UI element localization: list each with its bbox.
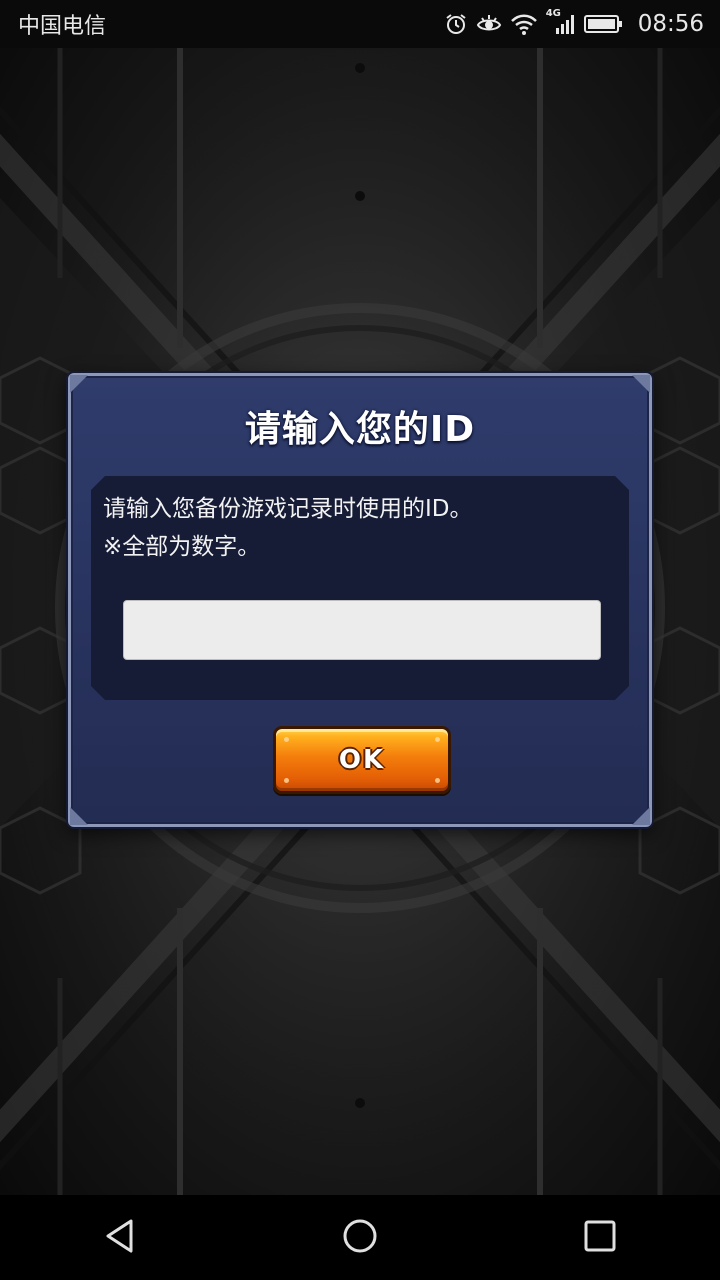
status-icons: 4G 08:56 — [444, 8, 704, 37]
description-note: ※全部为数字。 — [103, 534, 261, 560]
dialog-corner-ornament — [70, 375, 88, 393]
ok-button-label: OK — [338, 745, 386, 775]
dialog-corner-ornament — [632, 375, 650, 393]
eye-comfort-icon — [476, 12, 502, 36]
back-icon — [103, 1218, 137, 1258]
battery-icon — [583, 12, 624, 36]
dialog-title: 请输入您的ID — [244, 409, 476, 450]
back-button[interactable] — [80, 1198, 160, 1278]
wifi-icon — [510, 12, 538, 36]
network-type-label: 4G — [545, 8, 561, 19]
ok-button[interactable]: OK — [273, 726, 451, 794]
alarm-icon — [444, 12, 468, 36]
recents-button[interactable] — [560, 1198, 640, 1278]
id-input[interactable] — [123, 600, 601, 660]
home-button[interactable] — [320, 1198, 400, 1278]
recents-icon — [583, 1219, 617, 1257]
navigation-bar — [0, 1195, 720, 1280]
button-rivet — [435, 778, 440, 783]
dialog-corner-ornament — [632, 807, 650, 825]
button-rivet — [435, 737, 440, 742]
dialog-description: 请输入您备份游戏记录时使用的ID。 ※全部为数字。 — [103, 490, 617, 566]
screen: 中国电信 4G 08:56 请输入您的ID 请输入您备份游戏记录时使用的ID。 … — [0, 0, 720, 1280]
description-line: 请输入您备份游戏记录时使用的ID。 — [103, 496, 473, 522]
enter-id-dialog: 请输入您的ID 请输入您备份游戏记录时使用的ID。 ※全部为数字。 OK — [68, 373, 652, 827]
clock: 08:56 — [637, 11, 704, 37]
dialog-corner-ornament — [70, 807, 88, 825]
carrier-name: 中国电信 — [18, 14, 107, 39]
button-rivet — [284, 737, 289, 742]
home-icon — [342, 1218, 378, 1258]
dialog-body: 请输入您备份游戏记录时使用的ID。 ※全部为数字。 — [91, 476, 629, 700]
status-bar: 中国电信 4G 08:56 — [0, 0, 720, 48]
button-rivet — [284, 778, 289, 783]
cellular-signal-icon: 4G — [546, 8, 576, 36]
